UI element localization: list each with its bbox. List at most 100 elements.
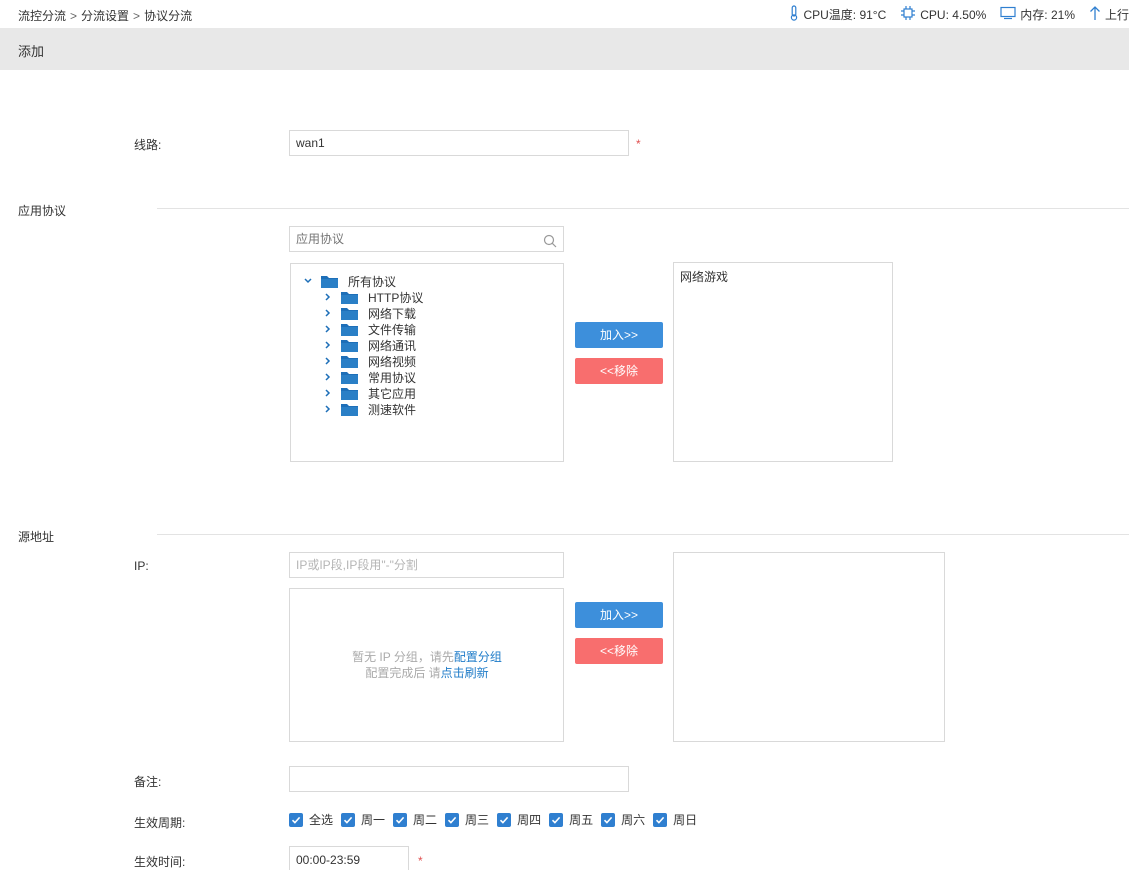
day-checkbox[interactable]: 周二 [393,811,437,828]
add-protocol-button[interactable]: 加入>> [575,322,663,348]
period-label: 生效周期: [134,816,186,830]
folder-icon [341,323,358,336]
day-checkbox-group: 全选 周一 周二 周三 周四 周五 周六 周日 [289,811,705,828]
tree-node-label[interactable]: 常用协议 [368,369,416,386]
checkbox-checked-icon[interactable] [497,812,512,827]
tree-node[interactable]: 测速软件 [323,401,416,417]
tree-node-label[interactable]: 所有协议 [348,273,396,290]
checkbox-label: 周五 [569,813,594,827]
app-search-input[interactable] [290,227,530,251]
remove-ip-button[interactable]: <<移除 [575,638,663,664]
line-label: 线路: [134,138,162,152]
time-label: 生效时间: [134,855,186,869]
day-checkbox[interactable]: 周六 [601,811,645,828]
tree-node-label[interactable]: 网络通讯 [368,337,416,354]
monitor-icon [1000,6,1020,23]
upload-text: 上行 [1104,8,1129,22]
tree-root-node[interactable]: 所有协议 [303,273,396,289]
day-checkbox[interactable]: 周五 [549,811,593,828]
chevron-right-icon[interactable] [323,325,333,333]
checkbox-checked-icon[interactable] [341,812,356,827]
folder-icon [341,355,358,368]
tree-node-label[interactable]: HTTP协议 [368,289,423,306]
cpu-temp-text: CPU温度: 91°C [803,8,887,22]
tree-node-label[interactable]: 网络视频 [368,353,416,370]
chevron-right-icon[interactable] [323,293,333,301]
chevron-right-icon[interactable] [323,373,333,381]
arrow-up-icon [1089,5,1105,24]
empty-text: 配置完成后 请 [365,666,441,680]
chevron-right-icon[interactable] [323,405,333,413]
tree-node[interactable]: 文件传输 [323,321,416,337]
ip-group-list: 暂无 IP 分组，请先配置分组 配置完成后 请点击刷新 [289,588,564,742]
tree-node[interactable]: 常用协议 [323,369,416,385]
required-mark: * [418,854,423,868]
day-checkbox[interactable]: 周三 [445,811,489,828]
top-bar: 流控分流 > 分流设置 > 协议分流 CPU温度: 91°C CPU: 4.50% 内存… [0,0,1129,28]
tree-node[interactable]: 网络下载 [323,305,416,321]
system-stats: CPU温度: 91°C CPU: 4.50% 内存: 21% 上行 [775,5,1129,24]
empty-message: 暂无 IP 分组，请先配置分组 配置完成后 请点击刷新 [290,649,564,681]
ip-input[interactable] [289,552,564,578]
tree-node-label[interactable]: 测速软件 [368,401,416,418]
chevron-right-icon[interactable] [323,357,333,365]
breadcrumb-item[interactable]: 分流设置 [81,9,129,23]
required-mark: * [636,137,641,151]
selected-ip-list[interactable] [673,552,945,742]
chevron-right-icon[interactable] [323,389,333,397]
remove-protocol-button[interactable]: <<移除 [575,358,663,384]
add-ip-button[interactable]: 加入>> [575,602,663,628]
app-protocol-section-title: 应用协议 [18,204,67,218]
page-header: 添加 [0,28,1129,70]
tree-node-label[interactable]: 网络下载 [368,305,416,322]
tree-node[interactable]: 其它应用 [323,385,416,401]
chevron-right-icon[interactable] [323,341,333,349]
checkbox-label: 周二 [413,813,438,827]
breadcrumb-separator: > [133,9,141,23]
selected-protocols-list[interactable]: 网络游戏 [673,262,893,462]
refresh-link[interactable]: 点击刷新 [441,666,489,680]
day-checkbox[interactable]: 周四 [497,811,541,828]
checkbox-checked-icon[interactable] [549,812,564,827]
breadcrumb-separator: > [70,9,78,23]
upload-stat: 上行 [1089,5,1129,24]
tree-node-label[interactable]: 文件传输 [368,321,416,338]
section-divider [157,534,1129,535]
cpu-usage-text: CPU: 4.50% [920,7,987,22]
search-icon[interactable] [543,232,557,256]
list-item[interactable]: 网络游戏 [680,268,728,285]
tree-node-label[interactable]: 其它应用 [368,385,416,402]
checkbox-checked-icon[interactable] [653,812,668,827]
chevron-down-icon[interactable] [303,278,313,284]
day-checkbox[interactable]: 周一 [341,811,385,828]
cpu-usage: CPU: 4.50% [900,5,986,24]
folder-icon [341,403,358,416]
config-group-link[interactable]: 配置分组 [454,650,502,664]
app-search-box [289,226,564,252]
folder-icon [341,371,358,384]
chevron-right-icon[interactable] [323,309,333,317]
remark-input[interactable] [289,766,629,792]
day-checkbox[interactable]: 全选 [289,811,333,828]
tree-node[interactable]: HTTP协议 [323,289,423,305]
checkbox-checked-icon[interactable] [601,812,616,827]
breadcrumb-item[interactable]: 流控分流 [18,9,66,23]
checkbox-label: 周一 [361,813,386,827]
day-checkbox[interactable]: 周日 [653,811,697,828]
time-input[interactable] [289,846,409,870]
tree-node[interactable]: 网络视频 [323,353,416,369]
breadcrumb-item: 协议分流 [144,9,193,23]
checkbox-label: 全选 [309,813,334,827]
line-input[interactable] [289,130,629,156]
checkbox-label: 周六 [621,813,646,827]
cpu-temperature: CPU温度: 91°C [789,5,886,24]
tree-node[interactable]: 网络通讯 [323,337,416,353]
checkbox-checked-icon[interactable] [289,812,303,827]
remark-label: 备注: [134,775,162,789]
memory-usage: 内存: 21% [1000,6,1075,23]
folder-icon [341,339,358,352]
checkbox-checked-icon[interactable] [445,812,460,827]
thermometer-icon [789,5,803,24]
checkbox-checked-icon[interactable] [393,812,408,827]
memory-text: 内存: 21% [1020,8,1075,22]
